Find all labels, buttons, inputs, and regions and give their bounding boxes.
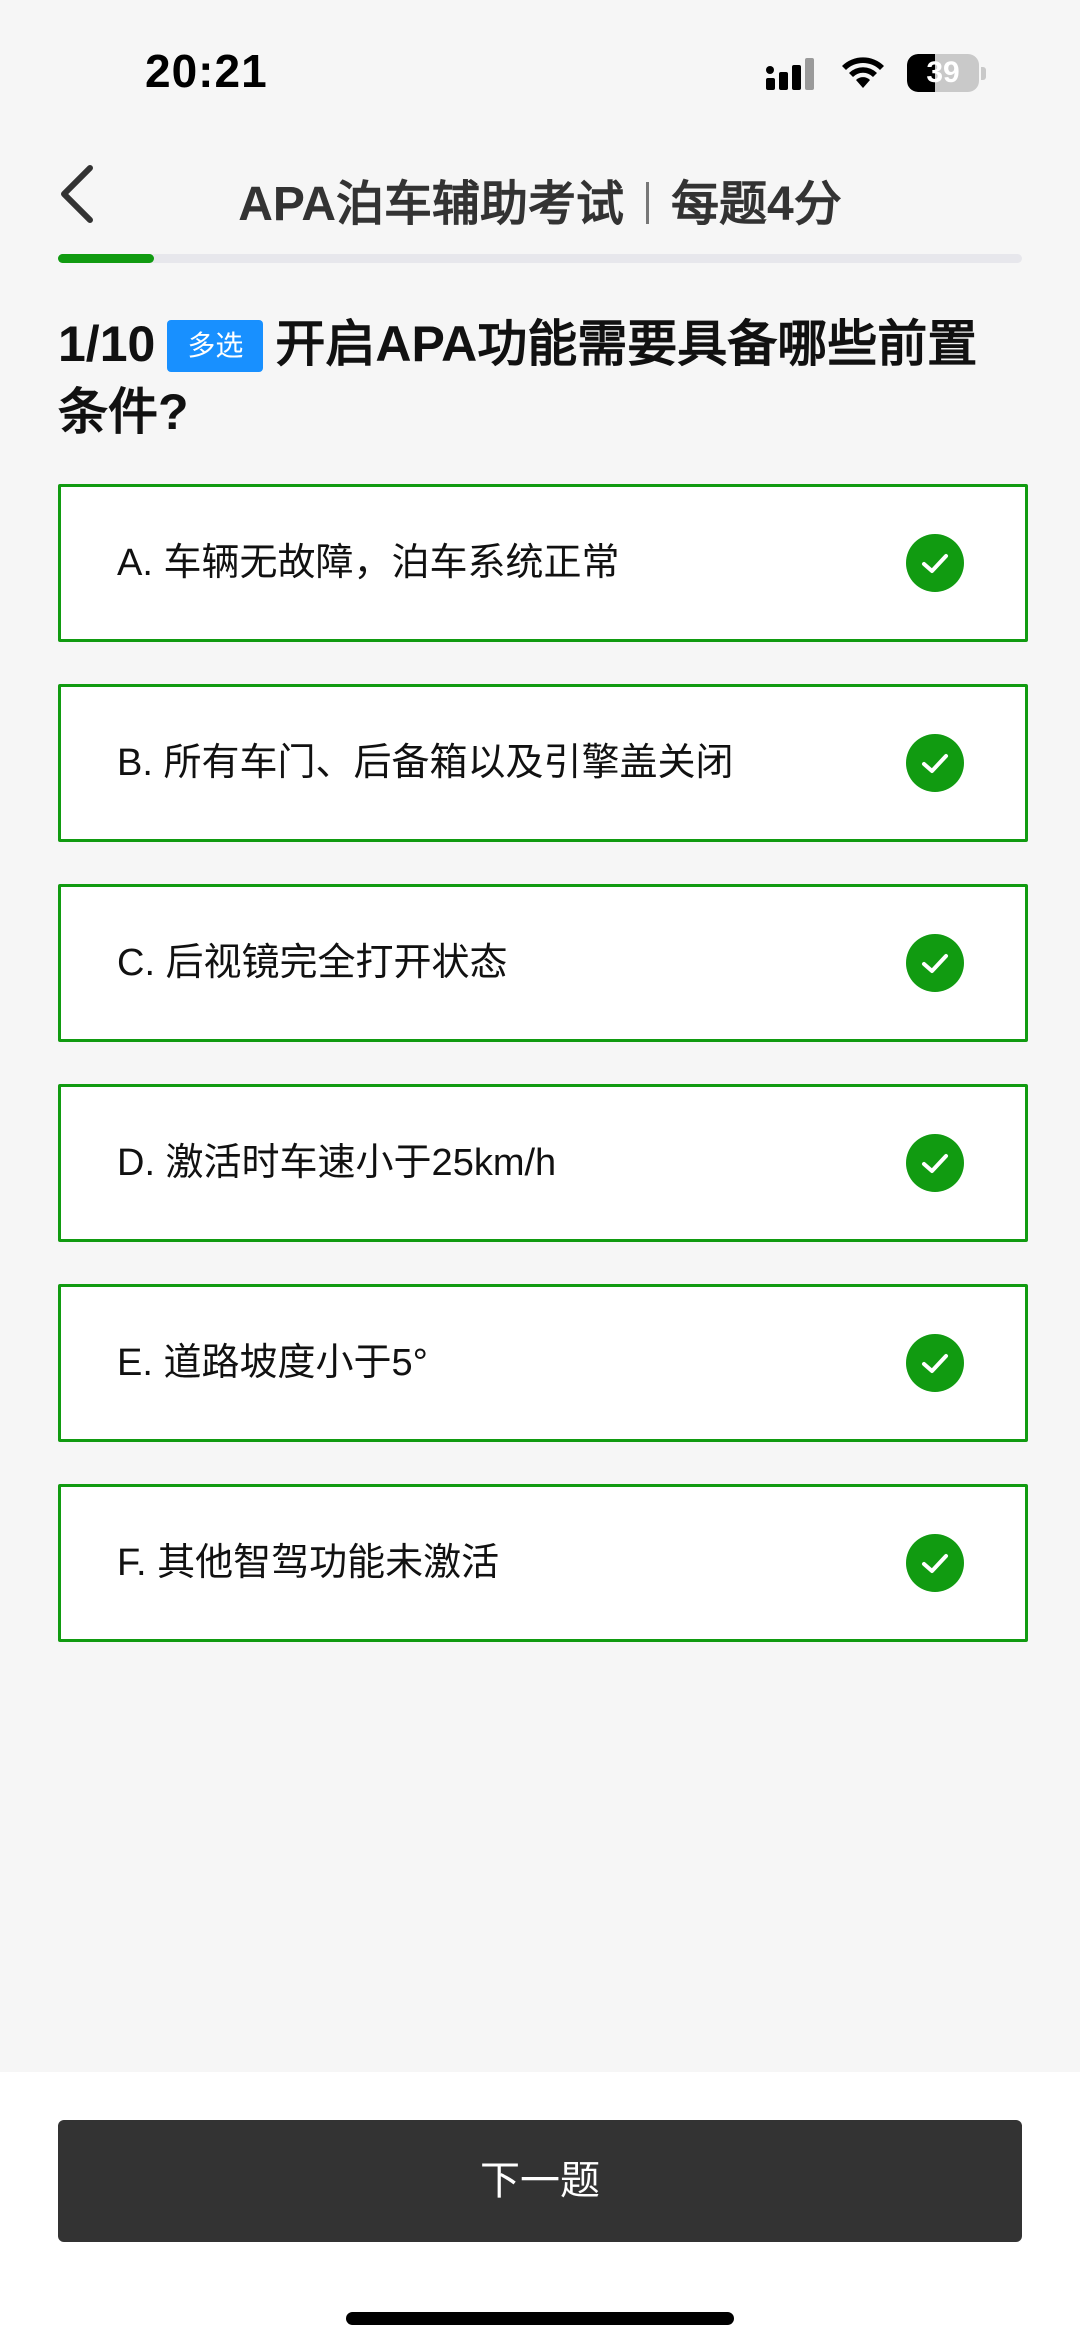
progress-bar <box>58 254 1022 263</box>
multi-select-tag: 多选 <box>167 320 264 372</box>
footer: 下一题 <box>0 2072 1080 2341</box>
nav-bar: APA泊车辅助考试 每题4分 <box>0 140 1080 250</box>
question-number: 1/10 <box>58 316 156 372</box>
option-label: B. 所有车门、后备箱以及引擎盖关闭 <box>117 742 734 784</box>
option-a[interactable]: A. 车辆无故障，泊车系统正常 <box>58 484 1028 642</box>
title-divider <box>646 182 650 224</box>
page-title: APA泊车辅助考试 每题4分 <box>0 164 1080 234</box>
check-circle-icon <box>906 1534 964 1592</box>
next-question-button[interactable]: 下一题 <box>58 2120 1022 2242</box>
exam-title: APA泊车辅助考试 <box>238 178 625 231</box>
check-circle-icon <box>906 1334 964 1392</box>
option-f[interactable]: F. 其他智驾功能未激活 <box>58 1484 1028 1642</box>
check-circle-icon <box>906 934 964 992</box>
question-title: 1/10 多选 开启APA功能需要具备哪些前置条件? <box>58 310 1018 446</box>
option-label: F. 其他智驾功能未激活 <box>117 1542 500 1584</box>
progress-fill <box>58 254 155 263</box>
check-circle-icon <box>906 534 964 592</box>
option-label: E. 道路坡度小于5° <box>117 1342 428 1384</box>
wifi-icon <box>842 57 884 88</box>
option-b[interactable]: B. 所有车门、后备箱以及引擎盖关闭 <box>58 684 1028 842</box>
score-per-question: 每题4分 <box>671 178 842 231</box>
home-indicator[interactable] <box>346 2312 734 2325</box>
check-circle-icon <box>906 734 964 792</box>
option-label: D. 激活时车速小于25km/h <box>117 1142 557 1184</box>
status-bar: 20:21 39 <box>0 0 1080 140</box>
option-d[interactable]: D. 激活时车速小于25km/h <box>58 1084 1028 1242</box>
option-label: A. 车辆无故障，泊车系统正常 <box>117 542 620 584</box>
status-time: 20:21 <box>145 45 268 97</box>
option-label: C. 后视镜完全打开状态 <box>117 942 508 984</box>
check-circle-icon <box>906 1134 964 1192</box>
battery-icon: 39 <box>907 54 986 92</box>
option-c[interactable]: C. 后视镜完全打开状态 <box>58 884 1028 1042</box>
option-e[interactable]: E. 道路坡度小于5° <box>58 1284 1028 1442</box>
battery-percent: 39 <box>926 56 960 89</box>
signal-icon <box>766 58 814 90</box>
options-list: A. 车辆无故障，泊车系统正常 B. 所有车门、后备箱以及引擎盖关闭 C. 后视… <box>58 484 1028 1684</box>
